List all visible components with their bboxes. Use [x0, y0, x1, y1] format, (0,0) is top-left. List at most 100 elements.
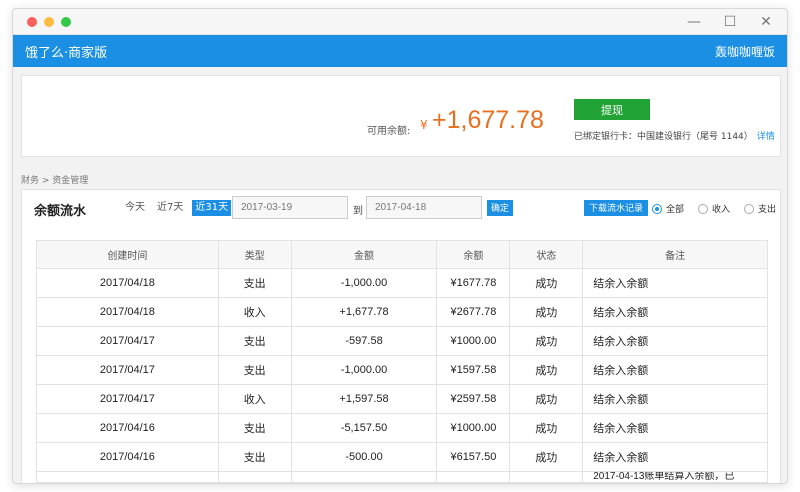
cell-type: 支出	[217, 413, 292, 443]
filter-income[interactable]: 收入	[698, 202, 730, 215]
download-records-button[interactable]: 下载流水记录	[584, 200, 649, 216]
cell-note: 结余入余额	[582, 326, 768, 356]
date-from-input[interactable]: 2017-03-19	[232, 196, 348, 219]
traffic-lights	[27, 17, 71, 27]
cell-status: 成功	[509, 442, 584, 472]
cell-note-partial: 2017-04-13账单结算入余额，已	[582, 471, 768, 483]
close-icon[interactable]: ✕	[759, 13, 773, 31]
cell-amount: +1,597.58	[290, 384, 438, 414]
table-row-partial[interactable]: 2017-04-13账单结算入余额，已	[36, 471, 768, 483]
cell-status: 成功	[509, 326, 584, 356]
cell-amount: -597.58	[290, 326, 438, 356]
table-row[interactable]: 2017/04/18 支出 -1,000.00 ¥1677.78 成功 结余入余额	[36, 268, 768, 298]
radio-checked-icon[interactable]	[652, 203, 662, 214]
filter-all[interactable]: 全部	[652, 202, 684, 215]
col-created-time: 创建时间	[36, 240, 219, 269]
cell-balance: ¥1677.78	[436, 268, 511, 298]
filter-all-label: 全部	[666, 205, 685, 215]
cell-type: 支出	[217, 268, 292, 298]
cell-amount: -500.00	[290, 442, 438, 472]
range-7-days[interactable]: 近7天	[154, 200, 186, 216]
bank-details-link[interactable]: 详情	[757, 132, 775, 142]
cell-note: 结余入余额	[582, 442, 768, 472]
balance-label: 可用余额:	[367, 126, 411, 137]
ledger-table: 创建时间 类型 金额 余额 状态 备注 2017/04/18 支出 -1,000.0…	[36, 240, 768, 483]
radio-unchecked-icon[interactable]	[744, 203, 755, 214]
cell-balance: ¥2677.78	[436, 297, 511, 327]
cell-date: 2017/04/16	[36, 413, 219, 443]
range-31-days[interactable]: 近31天	[192, 200, 232, 216]
cell-note: 结余入余额	[582, 413, 768, 443]
cell-status: 成功	[509, 268, 584, 298]
minimize-icon[interactable]: —	[687, 13, 701, 31]
bank-card-text: 已绑定银行卡：中国建设银行（尾号 1144）	[574, 132, 753, 142]
cell-status: 成功	[509, 413, 584, 443]
balance-amount: +1,677.78	[432, 106, 544, 134]
cell-balance: ¥1000.00	[436, 413, 511, 443]
cell-balance: ¥1597.58	[436, 355, 511, 385]
cell-type: 支出	[217, 326, 292, 356]
ledger-panel: 余额流水 今天 近7天 近31天 2017-03-19 到 2017-04-18…	[21, 189, 781, 483]
col-balance: 余额	[436, 240, 511, 269]
cell-type: 收入	[217, 297, 292, 327]
filter-expense-label: 支出	[758, 205, 777, 215]
filter-income-label: 收入	[712, 205, 731, 215]
cell-status: 成功	[509, 297, 584, 327]
app-title: 饿了么·商家版	[25, 45, 108, 61]
shop-name[interactable]: 轰咖咖喱饭	[715, 43, 775, 60]
radio-unchecked-icon[interactable]	[698, 203, 709, 214]
balance-card: 可用余额: ¥ +1,677.78 提现 已绑定银行卡：中国建设银行（尾号 11…	[21, 75, 781, 157]
col-amount: 金额	[290, 240, 438, 269]
cell-date: 2017/04/18	[36, 268, 219, 298]
type-filter: 全部 收入 支出	[652, 202, 776, 215]
cell-date: 2017/04/17	[36, 326, 219, 356]
cell-type: 支出	[217, 355, 292, 385]
table-row[interactable]: 2017/04/17 支出 -597.58 ¥1000.00 成功 结余入余额	[36, 326, 768, 356]
table-row[interactable]: 2017/04/18 收入 +1,677.78 ¥2677.78 成功 结余入余额	[36, 297, 768, 327]
cell-balance: ¥2597.58	[436, 384, 511, 414]
maximize-dot-icon[interactable]	[61, 17, 71, 27]
cell-type: 收入	[217, 384, 292, 414]
currency-symbol: ¥	[420, 118, 428, 132]
cell-date: 2017/04/17	[36, 355, 219, 385]
range-today[interactable]: 今天	[122, 200, 148, 216]
cell-amount: +1,677.78	[290, 297, 438, 327]
minimize-dot-icon[interactable]	[44, 17, 54, 27]
cell-status: 成功	[509, 355, 584, 385]
col-note: 备注	[582, 240, 768, 269]
table-header-row: 创建时间 类型 金额 余额 状态 备注	[36, 240, 768, 269]
cell-note: 结余入余额	[582, 384, 768, 414]
cell-amount: -1,000.00	[290, 268, 438, 298]
app-header: 饿了么·商家版 轰咖咖喱饭	[13, 35, 787, 67]
cell-date: 2017/04/18	[36, 297, 219, 327]
cell-date: 2017/04/17	[36, 384, 219, 414]
filter-expense[interactable]: 支出	[744, 202, 776, 215]
breadcrumb: 财务 > 资金管理	[21, 176, 89, 186]
app-window: — ☐ ✕ 饿了么·商家版 轰咖咖喱饭 可用余额: ¥ +1,677.78 提现…	[12, 8, 788, 484]
cell-note: 结余入余额	[582, 297, 768, 327]
cell-note: 结余入余额	[582, 268, 768, 298]
title-bar: — ☐ ✕	[13, 9, 787, 35]
table-row[interactable]: 2017/04/17 支出 -1,000.00 ¥1597.58 成功 结余入余额	[36, 355, 768, 385]
cell-type: 支出	[217, 442, 292, 472]
table-row[interactable]: 2017/04/17 收入 +1,597.58 ¥2597.58 成功 结余入余额	[36, 384, 768, 414]
table-row[interactable]: 2017/04/16 支出 -5,157.50 ¥1000.00 成功 结余入余额	[36, 413, 768, 443]
close-dot-icon[interactable]	[27, 17, 37, 27]
withdraw-button[interactable]: 提现	[574, 99, 650, 120]
cell-status: 成功	[509, 384, 584, 414]
cell-balance: ¥6157.50	[436, 442, 511, 472]
col-status: 状态	[509, 240, 584, 269]
col-type: 类型	[217, 240, 292, 269]
table-row[interactable]: 2017/04/16 支出 -500.00 ¥6157.50 成功 结余入余额	[36, 442, 768, 472]
cell-amount: -1,000.00	[290, 355, 438, 385]
cell-balance: ¥1000.00	[436, 326, 511, 356]
date-range-tabs: 今天 近7天 近31天	[122, 200, 232, 216]
cell-note: 结余入余额	[582, 355, 768, 385]
window-controls: — ☐ ✕	[687, 13, 773, 31]
bank-card-info: 已绑定银行卡：中国建设银行（尾号 1144） 详情	[574, 129, 775, 142]
panel-title: 余额流水	[34, 204, 87, 219]
date-to-label: 到	[353, 206, 363, 217]
confirm-button[interactable]: 确定	[487, 200, 514, 216]
maximize-icon[interactable]: ☐	[723, 13, 737, 31]
date-to-input[interactable]: 2017-04-18	[366, 196, 482, 219]
